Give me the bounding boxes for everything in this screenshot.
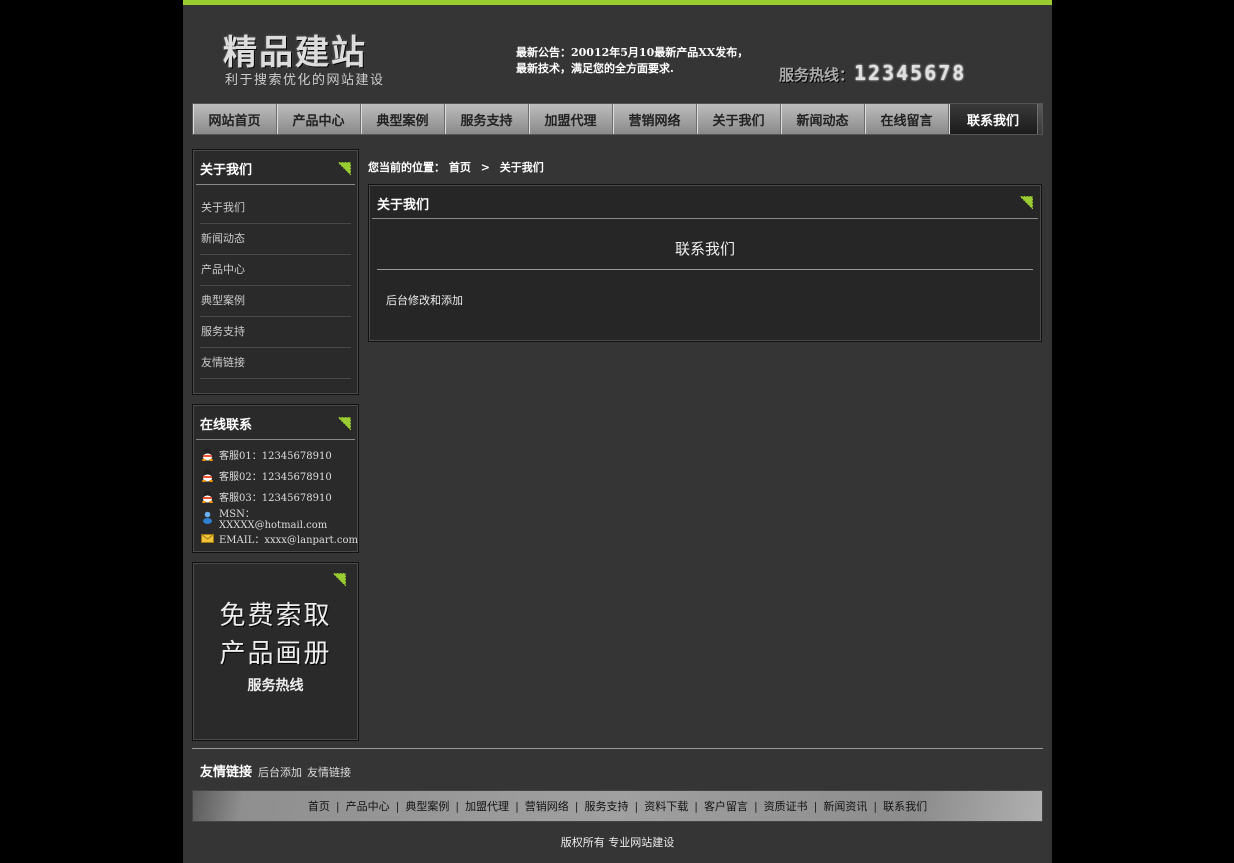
- notice-line-1[interactable]: 最新公告：20012年5月10最新产品XX发布，: [516, 45, 748, 61]
- friend-link[interactable]: 后台添加: [258, 764, 302, 780]
- notice-line-2[interactable]: 最新技术，满足您的全方面要求.: [516, 61, 748, 77]
- footer-separator: |: [634, 799, 639, 813]
- nav-item-about[interactable]: 关于我们: [697, 104, 781, 134]
- friend-links-divider: [192, 748, 1043, 749]
- nav-item-support[interactable]: 服务支持: [445, 104, 529, 134]
- sidebar-about-list: 关于我们 新闻动态 产品中心 典型案例 服务支持 友情链接: [200, 193, 351, 379]
- page: 精品建站 利于搜索优化的网站建设 最新公告：20012年5月10最新产品XX发布…: [183, 0, 1052, 863]
- footer-link-network[interactable]: 营销网络: [525, 798, 569, 814]
- nav-item-news[interactable]: 新闻动态: [781, 104, 865, 134]
- sidebar-online-header: 在线联系: [196, 408, 355, 440]
- footer-link-messages[interactable]: 客户留言: [704, 798, 748, 814]
- corner-triangle-icon: [332, 573, 346, 587]
- footer-link-products[interactable]: 产品中心: [346, 798, 390, 814]
- article-title: 联系我们: [377, 219, 1033, 270]
- contact-text: MSN：XXXXX@hotmail.com: [219, 508, 328, 531]
- footer-link-home[interactable]: 首页: [308, 798, 330, 814]
- breadcrumb-separator: >: [480, 161, 490, 174]
- sidebar-item-about[interactable]: 关于我们: [200, 193, 351, 224]
- sidebar-item-news[interactable]: 新闻动态: [200, 224, 351, 255]
- footer-link-contact[interactable]: 联系我们: [883, 798, 927, 814]
- footer-nav: 首页 | 产品中心 | 典型案例 | 加盟代理 | 营销网络 | 服务支持 | 资料下载 | …: [192, 790, 1043, 822]
- sidebar-online-title: 在线联系: [200, 418, 253, 433]
- qq-icon: [202, 490, 213, 503]
- contact-item[interactable]: MSN：XXXXX@hotmail.com: [201, 507, 358, 531]
- footer-separator: |: [813, 799, 818, 813]
- footer-link-downloads[interactable]: 资料下载: [644, 798, 688, 814]
- main-content-box: 关于我们 联系我们 后台修改和添加: [368, 184, 1042, 342]
- footer-separator: |: [753, 799, 758, 813]
- corner-triangle-icon: [337, 416, 351, 431]
- sidebar-about-header: 关于我们: [196, 153, 355, 185]
- nav-item-cases[interactable]: 典型案例: [361, 104, 445, 134]
- footer-separator: |: [873, 799, 878, 813]
- nav-item-franchise[interactable]: 加盟代理: [529, 104, 613, 134]
- qq-icon: [202, 469, 213, 482]
- sidebar-item-links[interactable]: 友情链接: [200, 348, 351, 379]
- sidebar-item-products[interactable]: 产品中心: [200, 255, 351, 286]
- footer-separator: |: [455, 799, 460, 813]
- contact-item[interactable]: EMAIL：xxxx@lanpart.com: [201, 528, 358, 549]
- contact-text: 客服02：12345678910: [219, 472, 332, 483]
- contact-item[interactable]: 客服02：12345678910: [201, 465, 358, 486]
- main-content-title: 关于我们: [377, 197, 430, 213]
- logo-title[interactable]: 精品建站: [223, 25, 367, 74]
- sidebar-item-cases[interactable]: 典型案例: [200, 286, 351, 317]
- footer-separator: |: [694, 799, 698, 813]
- msn-icon: [203, 511, 212, 524]
- footer-separator: |: [574, 799, 579, 813]
- friend-links-title: 友情链接: [200, 765, 253, 780]
- contact-list: 客服01：12345678910 客服02：12345678910 客服03：1…: [201, 444, 358, 549]
- sidebar-about-box: 关于我们 关于我们 新闻动态 产品中心 典型案例 服务支持 友情链接: [192, 149, 359, 395]
- nav-end-cap: [1038, 104, 1042, 134]
- breadcrumb: 您当前的位置： 首页 > 关于我们: [368, 159, 544, 175]
- footer-separator: |: [335, 799, 340, 813]
- hotline: 服务热线： 12345678: [779, 61, 966, 85]
- footer-link-certificates[interactable]: 资质证书: [764, 798, 808, 814]
- nav-item-products[interactable]: 产品中心: [277, 104, 361, 134]
- nav-item-home[interactable]: 网站首页: [193, 104, 277, 134]
- corner-triangle-icon: [337, 161, 351, 176]
- hotline-number: 12345678: [854, 61, 967, 85]
- corner-triangle-icon: [1019, 196, 1033, 210]
- footer-link-franchise[interactable]: 加盟代理: [465, 798, 509, 814]
- sidebar-online-box: 在线联系 客服01：12345678910 客服02：12345678910 客…: [192, 404, 359, 553]
- hotline-label: 服务热线：: [779, 66, 855, 84]
- footer-separator: |: [515, 799, 519, 813]
- copyright: 版权所有 专业网站建设: [560, 836, 675, 849]
- footer-link-support[interactable]: 服务支持: [585, 798, 629, 814]
- contact-text: 客服01：12345678910: [219, 451, 332, 462]
- nav-item-network[interactable]: 营销网络: [613, 104, 697, 134]
- promo-line-1: 免费索取: [219, 601, 332, 631]
- friend-link[interactable]: 友情链接: [307, 764, 351, 780]
- footer-link-news[interactable]: 新闻资讯: [823, 798, 867, 814]
- logo-subtitle: 利于搜索优化的网站建设: [225, 73, 385, 88]
- sidebar-item-support[interactable]: 服务支持: [200, 317, 351, 348]
- main-nav: 网站首页 产品中心 典型案例 服务支持 加盟代理 营销网络 关于我们 新闻动态 …: [192, 103, 1043, 135]
- email-icon: [201, 534, 214, 543]
- friend-links: 友情链接 后台添加 友情链接: [200, 761, 356, 780]
- promo-line-2: 产品画册: [219, 639, 332, 669]
- notice: 最新公告：20012年5月10最新产品XX发布， 最新技术，满足您的全方面要求.: [516, 45, 748, 77]
- promo-banner[interactable]: 免费索取 产品画册 服务热线: [192, 562, 359, 741]
- sidebar-about-title: 关于我们: [200, 163, 253, 178]
- breadcrumb-home[interactable]: 首页: [449, 161, 471, 174]
- nav-item-message[interactable]: 在线留言: [865, 104, 949, 134]
- breadcrumb-current[interactable]: 关于我们: [500, 161, 544, 174]
- contact-text: 客服03：12345678910: [219, 493, 332, 504]
- contact-text: EMAIL：xxxx@lanpart.com: [219, 535, 358, 546]
- main-content-header: 关于我们: [372, 188, 1038, 219]
- article-body: 后台修改和添加: [386, 294, 463, 307]
- qq-icon: [202, 448, 213, 461]
- nav-item-contact[interactable]: 联系我们: [949, 104, 1038, 134]
- contact-item[interactable]: 客服01：12345678910: [201, 444, 358, 465]
- footer-link-cases[interactable]: 典型案例: [405, 798, 449, 814]
- footer-separator: |: [395, 799, 400, 813]
- promo-line-3: 服务热线: [247, 678, 304, 694]
- breadcrumb-prefix: 您当前的位置：: [368, 161, 445, 174]
